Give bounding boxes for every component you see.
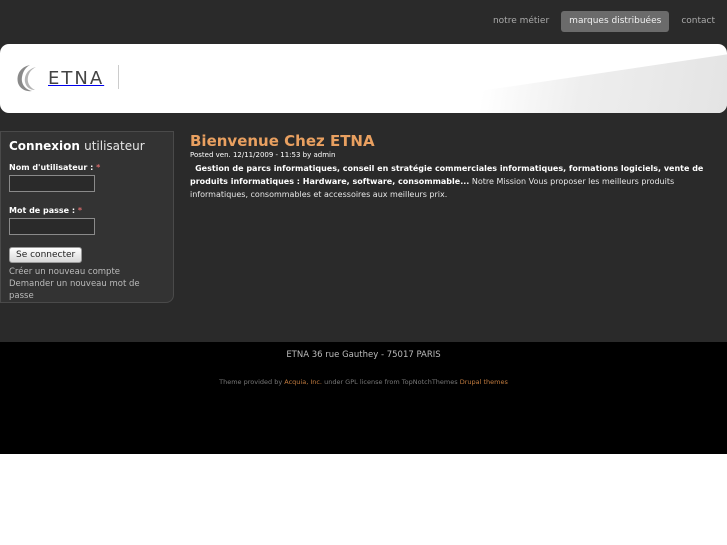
- logo-text: ETNA: [48, 67, 105, 89]
- acquia-link[interactable]: Acquia, Inc.: [284, 378, 322, 386]
- password-label: Mot de passe : *: [9, 206, 165, 215]
- login-title-light: utilisateur: [84, 139, 145, 153]
- footer-credit-text-2: under GPL license from TopNotchThemes: [324, 378, 458, 386]
- login-title: Connexion utilisateur: [9, 139, 165, 153]
- password-label-text: Mot de passe :: [9, 206, 76, 215]
- article-meta: Posted ven. 12/11/2009 - 11:53 by admin: [190, 151, 336, 159]
- password-input[interactable]: [9, 218, 95, 235]
- username-label: Nom d'utilisateur : *: [9, 163, 165, 172]
- password-required-mark: *: [77, 206, 83, 215]
- header-decoration: [407, 54, 727, 113]
- article-title: Bienvenue Chez ETNA: [190, 132, 375, 150]
- username-label-text: Nom d'utilisateur :: [9, 163, 94, 172]
- nav-item-marques-distribuees[interactable]: marques distribuées: [561, 11, 670, 32]
- create-account-link[interactable]: Créer un nouveau compte: [9, 266, 165, 278]
- login-title-bold: Connexion: [9, 139, 80, 153]
- login-button[interactable]: Se connecter: [9, 247, 83, 263]
- login-links: Créer un nouveau compte Demander un nouv…: [9, 266, 165, 302]
- top-navigation: notre métier marques distribuées contact: [485, 11, 723, 32]
- drupal-themes-link[interactable]: Drupal themes: [460, 378, 508, 386]
- footer-credit-text-1: Theme provided by: [219, 378, 283, 386]
- username-required-mark: *: [96, 163, 101, 172]
- header-banner: ETNA: [0, 44, 727, 113]
- article-body: Gestion de parcs informatiques, conseil …: [190, 162, 722, 201]
- footer-address: ETNA 36 rue Gauthey - 75017 PARIS: [286, 350, 441, 360]
- footer-credit: Theme provided by Acquia, Inc. under GPL…: [0, 378, 727, 386]
- reset-password-link[interactable]: Demander un nouveau mot de passe: [9, 278, 165, 302]
- etna-logo-icon: [17, 65, 36, 92]
- nav-item-notre-metier[interactable]: notre métier: [485, 11, 557, 32]
- footer: ETNA 36 rue Gauthey - 75017 PARIS Theme …: [0, 342, 727, 454]
- username-input[interactable]: [9, 175, 95, 192]
- site-logo[interactable]: ETNA: [14, 63, 119, 93]
- nav-item-contact[interactable]: contact: [673, 11, 723, 32]
- main-content: Bienvenue Chez ETNA Posted ven. 12/11/20…: [190, 132, 722, 201]
- logo-divider: [118, 65, 119, 89]
- login-block: Connexion utilisateur Nom d'utilisateur …: [0, 131, 174, 303]
